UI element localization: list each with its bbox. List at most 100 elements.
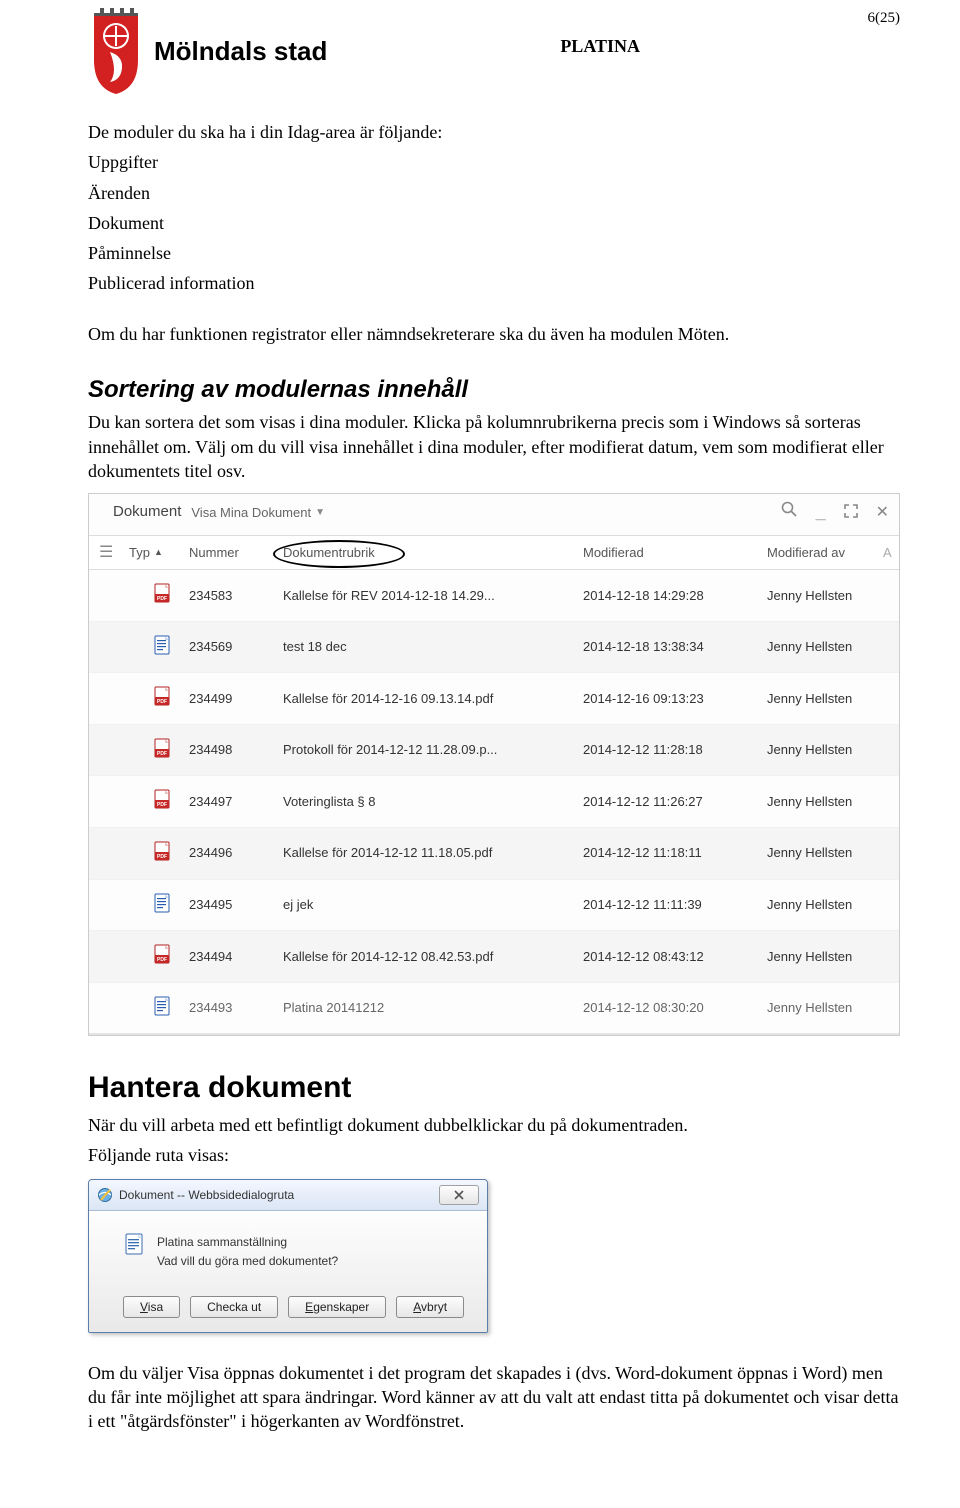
column-header-nummer[interactable]: Nummer	[189, 544, 283, 562]
file-type-icon	[129, 738, 189, 763]
cell-nummer: 234494	[189, 948, 283, 966]
panel-column-headers: ☰ Typ ▲ Nummer Dokumentrubrik Modifierad…	[89, 535, 899, 571]
cell-modifierad-av: Jenny Hellsten	[767, 844, 883, 862]
file-type-icon	[129, 583, 189, 608]
cell-rubrik: Voteringlista § 8	[283, 793, 583, 811]
dialog-window: Dokument -- Webbsidedialogruta Platina s…	[88, 1179, 488, 1332]
cell-rubrik: Kallelse för REV 2014-12-18 14.29...	[283, 587, 583, 605]
table-row[interactable]: 234494Kallelse för 2014-12-12 08.42.53.p…	[89, 931, 899, 983]
panel-view-dropdown[interactable]: Visa Mina Dokument ▼	[191, 504, 325, 522]
cell-rubrik: Kallelse för 2014-12-12 11.18.05.pdf	[283, 844, 583, 862]
module-item: Påminnelse	[88, 241, 900, 265]
checka-ut-button[interactable]: Checka ut	[190, 1296, 278, 1318]
file-type-icon	[129, 944, 189, 969]
file-type-icon	[129, 893, 189, 918]
expand-icon[interactable]	[844, 500, 858, 524]
dialog-titlebar: Dokument -- Webbsidedialogruta	[89, 1180, 487, 1211]
minimize-icon[interactable]: _	[816, 500, 826, 524]
cell-modifierad-av: Jenny Hellsten	[767, 638, 883, 656]
cell-rubrik: Platina 20141212	[283, 999, 583, 1017]
table-row[interactable]: 234497Voteringlista § 82014-12-12 11:26:…	[89, 776, 899, 828]
dialog-line1: Platina sammanställning	[157, 1233, 338, 1252]
cell-nummer: 234495	[189, 896, 283, 914]
hantera-p2: Följande ruta visas:	[88, 1143, 900, 1167]
column-header-modifierad-av[interactable]: Modifierad av	[767, 544, 883, 562]
column-header-rubrik[interactable]: Dokumentrubrik	[283, 544, 583, 562]
cell-modifierad: 2014-12-12 11:28:18	[583, 741, 767, 759]
cell-nummer: 234583	[189, 587, 283, 605]
caret-down-icon: ▼	[315, 506, 325, 520]
module-item: Dokument	[88, 211, 900, 235]
dialog-body: Platina sammanställning Vad vill du göra…	[89, 1211, 487, 1331]
column-header-modifierad[interactable]: Modifierad	[583, 544, 767, 562]
doc-title: PLATINA	[560, 34, 640, 58]
cell-modifierad-av: Jenny Hellsten	[767, 948, 883, 966]
table-row[interactable]: 234499Kallelse för 2014-12-16 09.13.14.p…	[89, 673, 899, 725]
panel-topbar: Dokument Visa Mina Dokument ▼ _ ✕	[89, 494, 899, 534]
dialog-title-text: Dokument -- Webbsidedialogruta	[119, 1187, 433, 1203]
body-content: De moduler du ska ha i din Idag-area är …	[88, 120, 900, 1434]
cell-nummer: 234569	[189, 638, 283, 656]
cell-modifierad: 2014-12-18 14:29:28	[583, 587, 767, 605]
header-right: 6(25) PLATINA	[560, 8, 900, 59]
cell-modifierad-av: Jenny Hellsten	[767, 793, 883, 811]
trailing-paragraph: Om du väljer Visa öppnas dokumentet i de…	[88, 1361, 900, 1434]
close-icon[interactable]: ✕	[876, 502, 889, 524]
module-item: Publicerad information	[88, 271, 900, 295]
close-x-icon	[453, 1190, 465, 1200]
heading-hantera: Hantera dokument	[88, 1068, 900, 1109]
page-header: Mölndals stad 6(25) PLATINA	[88, 8, 900, 96]
file-type-icon	[129, 841, 189, 866]
module-item: Ärenden	[88, 181, 900, 205]
cell-nummer: 234497	[189, 793, 283, 811]
cell-modifierad: 2014-12-18 13:38:34	[583, 638, 767, 656]
city-crest-icon	[88, 8, 144, 96]
heading-sortering: Sortering av modulernas innehåll	[88, 374, 900, 406]
dialog-line2: Vad vill du göra med dokumentet?	[157, 1252, 338, 1271]
search-icon[interactable]	[780, 500, 798, 524]
cell-modifierad: 2014-12-12 08:43:12	[583, 948, 767, 966]
dialog-close-button[interactable]	[439, 1185, 479, 1205]
cell-rubrik: ej jek	[283, 896, 583, 914]
table-row[interactable]: 234495ej jek2014-12-12 11:11:39Jenny Hel…	[89, 880, 899, 932]
table-row[interactable]: 234493Platina 201412122014-12-12 08:30:2…	[89, 983, 899, 1036]
highlight-circle: Dokumentrubrik	[283, 544, 375, 562]
cell-rubrik: test 18 dec	[283, 638, 583, 656]
cell-modifierad-av: Jenny Hellsten	[767, 741, 883, 759]
file-type-icon	[129, 686, 189, 711]
sortering-body: Du kan sortera det som visas i dina modu…	[88, 410, 900, 483]
sort-asc-icon: ▲	[154, 546, 163, 558]
cell-modifierad: 2014-12-12 11:11:39	[583, 896, 767, 914]
cell-modifierad: 2014-12-12 11:26:27	[583, 793, 767, 811]
table-row[interactable]: 234569test 18 dec2014-12-18 13:38:34Jenn…	[89, 622, 899, 674]
dialog-buttons: Visa Checka ut Egenskaper Avbryt	[103, 1296, 473, 1318]
avbryt-button[interactable]: Avbryt	[396, 1296, 464, 1318]
table-row[interactable]: 234496Kallelse för 2014-12-12 11.18.05.p…	[89, 828, 899, 880]
side-label: A	[883, 544, 895, 562]
panel-title: Dokument	[113, 502, 181, 522]
ie-icon	[97, 1187, 113, 1203]
cell-modifierad-av: Jenny Hellsten	[767, 999, 883, 1017]
cell-modifierad-av: Jenny Hellsten	[767, 896, 883, 914]
page-number: 6(25)	[560, 8, 900, 28]
table-row[interactable]: 234583Kallelse för REV 2014-12-18 14.29.…	[89, 570, 899, 622]
logo-block: Mölndals stad	[88, 8, 327, 96]
cell-nummer: 234496	[189, 844, 283, 862]
cell-nummer: 234499	[189, 690, 283, 708]
cell-modifierad: 2014-12-12 08:30:20	[583, 999, 767, 1017]
dialog-text: Platina sammanställning Vad vill du göra…	[157, 1233, 338, 1271]
file-type-icon	[129, 789, 189, 814]
egenskaper-button[interactable]: Egenskaper	[288, 1296, 386, 1318]
cell-rubrik: Protokoll för 2014-12-12 11.28.09.p...	[283, 741, 583, 759]
cell-modifierad-av: Jenny Hellsten	[767, 587, 883, 605]
column-header-typ[interactable]: Typ ▲	[129, 544, 189, 562]
menu-icon[interactable]: ☰	[93, 542, 129, 564]
cell-rubrik: Kallelse för 2014-12-12 08.42.53.pdf	[283, 948, 583, 966]
table-row[interactable]: 234498Protokoll för 2014-12-12 11.28.09.…	[89, 725, 899, 777]
visa-button[interactable]: Visa	[123, 1296, 180, 1318]
panel-rows: 234583Kallelse för REV 2014-12-18 14.29.…	[89, 570, 899, 1035]
cell-modifierad-av: Jenny Hellsten	[767, 690, 883, 708]
intro-note: Om du har funktionen registrator eller n…	[88, 322, 900, 346]
word-doc-icon	[125, 1233, 145, 1255]
hantera-p1: När du vill arbeta med ett befintligt do…	[88, 1113, 900, 1137]
